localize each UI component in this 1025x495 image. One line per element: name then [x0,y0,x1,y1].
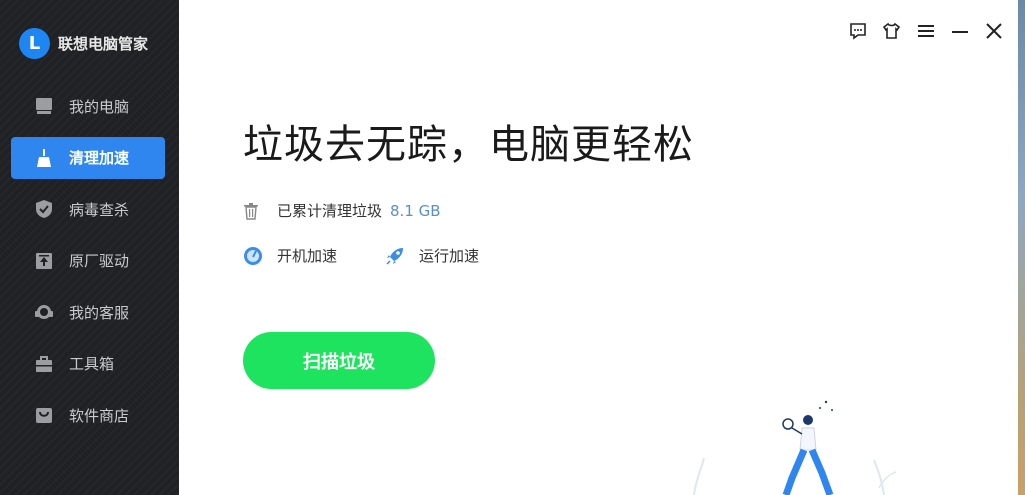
junk-summary: 已累计清理垃圾 8.1 GB [243,200,441,221]
menu-icon[interactable] [915,20,936,41]
sidebar-item-toolbox[interactable]: 工具箱 [11,343,165,385]
cleaning-illustration [693,400,897,495]
sidebar-item-antivirus[interactable]: 病毒查杀 [11,188,165,230]
trash-icon [243,202,263,220]
sidebar-item-label: 我的电脑 [69,97,130,116]
titlebar-controls [847,20,1004,41]
toolbox-icon [33,353,55,375]
app-logo: L [19,28,50,59]
sidebar-item-label: 我的客服 [69,303,130,322]
minimize-icon[interactable] [949,20,970,41]
desktop-background [1018,0,1025,495]
sidebar-item-label: 软件商店 [69,406,130,425]
scan-junk-button[interactable]: 扫描垃圾 [243,332,435,389]
junk-label: 已累计清理垃圾 [277,202,383,220]
rocket-icon [385,246,405,266]
sidebar-nav: 我的电脑 清理加速 病毒查杀 原厂驱动 我的客服 工具箱 软件商店 [11,85,165,446]
boot-boost-link[interactable]: 开机加速 [243,245,337,266]
boot-boost-label: 开机加速 [277,247,338,265]
sidebar-item-label: 病毒查杀 [69,200,130,219]
store-icon [33,404,55,426]
broom-icon [33,147,55,169]
main-panel: 垃圾去无踪，电脑更轻松 已累计清理垃圾 8.1 GB 开机加速 运行加速 扫描垃… [179,0,1018,495]
brand: L 联想电脑管家 [19,28,148,59]
close-icon[interactable] [983,20,1004,41]
sidebar-item-store[interactable]: 软件商店 [11,394,165,436]
computer-icon [33,95,55,117]
sidebar-item-label: 工具箱 [69,355,115,373]
app-name: 联想电脑管家 [58,35,149,53]
speedometer-icon [243,246,263,266]
shield-icon [33,198,55,220]
sidebar: L 联想电脑管家 我的电脑 清理加速 病毒查杀 原厂驱动 我的客服 工具箱 软件… [0,0,179,495]
sidebar-item-label: 清理加速 [69,149,130,167]
driver-icon [33,250,55,272]
skin-icon[interactable] [881,20,902,41]
app-window: L 联想电脑管家 我的电脑 清理加速 病毒查杀 原厂驱动 我的客服 工具箱 软件… [0,0,1018,495]
feedback-icon[interactable] [847,20,868,41]
junk-amount: 8.1 GB [390,201,441,220]
run-boost-link[interactable]: 运行加速 [385,245,479,266]
sidebar-item-my-computer[interactable]: 我的电脑 [11,85,165,127]
sidebar-item-drivers[interactable]: 原厂驱动 [11,240,165,282]
sidebar-item-label: 原厂驱动 [69,252,130,270]
headset-icon [33,301,55,323]
boost-options: 开机加速 运行加速 [243,245,527,266]
sidebar-item-cleanup[interactable]: 清理加速 [11,136,165,179]
run-boost-label: 运行加速 [419,247,480,265]
page-title: 垃圾去无踪，电脑更轻松 [243,122,694,168]
sidebar-item-support[interactable]: 我的客服 [11,291,165,333]
